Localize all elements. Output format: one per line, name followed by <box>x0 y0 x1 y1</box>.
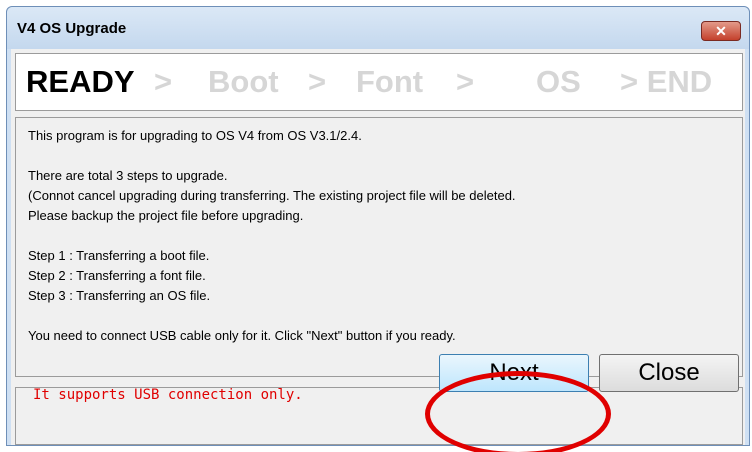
step-separator: > <box>456 64 475 99</box>
step-end: > END <box>620 64 713 99</box>
step-os: OS <box>536 64 581 99</box>
close-icon: ✕ <box>715 23 727 39</box>
instructions-panel: This program is for upgrading to OS V4 f… <box>15 117 743 377</box>
step-description: Step 1 : Transferring a boot file. <box>28 248 210 263</box>
step-separator: > <box>308 64 327 99</box>
instruction-line: This program is for upgrading to OS V4 f… <box>28 128 362 143</box>
window-title: V4 OS Upgrade <box>17 20 127 37</box>
step-separator: > <box>154 64 173 99</box>
instruction-line: You need to connect USB cable only for i… <box>28 328 456 343</box>
instruction-line: (Connot cancel upgrading during transfer… <box>28 188 516 203</box>
step-description: Step 3 : Transferring an OS file. <box>28 288 211 303</box>
step-font: Font <box>356 64 424 99</box>
close-button[interactable]: Close <box>599 354 739 392</box>
window-close-button[interactable]: ✕ <box>701 21 741 41</box>
instruction-line: Please backup the project file before up… <box>28 208 304 223</box>
usb-note: It supports USB connection only. <box>33 387 303 403</box>
step-progress-bar: READY > Boot > Font > OS > END <box>15 53 743 111</box>
title-bar[interactable]: V4 OS Upgrade ✕ <box>7 7 749 49</box>
step-boot: Boot <box>208 64 279 99</box>
next-button[interactable]: Next <box>439 354 589 392</box>
instruction-line: There are total 3 steps to upgrade. <box>28 168 228 183</box>
upgrade-dialog: V4 OS Upgrade ✕ READY > Boot > Font > OS… <box>6 6 750 452</box>
step-ready: READY <box>26 64 135 99</box>
step-description: Step 2 : Transferring a font file. <box>28 268 206 283</box>
